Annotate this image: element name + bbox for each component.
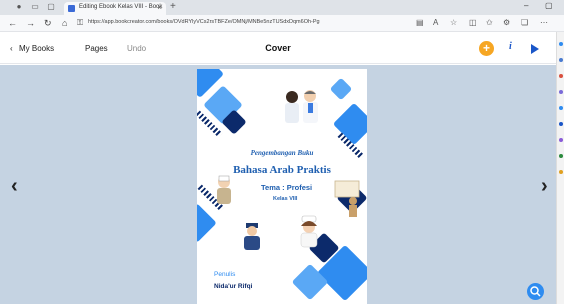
browser-tab[interactable]: Editing Ebook Kelas VIII - Book × bbox=[64, 2, 166, 15]
nurse-illustration bbox=[300, 215, 318, 248]
info-button[interactable]: i bbox=[509, 41, 512, 52]
drop-icon[interactable] bbox=[559, 154, 563, 158]
book-cover-page[interactable]: Pengembangan Buku Bahasa Arab Praktis Te… bbox=[197, 69, 367, 304]
police-illustration bbox=[244, 223, 260, 250]
copilot-icon[interactable] bbox=[559, 42, 563, 46]
search-fab-button[interactable] bbox=[527, 283, 544, 300]
add-sidebar-icon[interactable] bbox=[559, 170, 563, 174]
next-page-icon[interactable]: › bbox=[541, 175, 548, 198]
cover-class: Kelas VIII bbox=[273, 196, 298, 202]
shopping-icon[interactable] bbox=[559, 74, 563, 78]
cover-theme: Tema : Profesi bbox=[261, 183, 313, 192]
tabs-icon[interactable]: ▢ bbox=[46, 2, 56, 12]
play-icon[interactable] bbox=[531, 44, 539, 54]
office-icon[interactable] bbox=[559, 122, 563, 126]
cover-decor-block bbox=[197, 203, 217, 243]
back-icon[interactable]: ← bbox=[8, 18, 17, 28]
lock-icon[interactable]: ⚿ bbox=[77, 18, 83, 28]
profile-icon[interactable]: ● bbox=[14, 2, 24, 12]
workspaces-icon[interactable]: ▭ bbox=[30, 2, 40, 12]
collections-icon[interactable]: ❏ bbox=[521, 18, 528, 27]
doctors-illustration bbox=[285, 90, 318, 123]
tab-title: Editing Ebook Kelas VIII - Book bbox=[79, 4, 163, 10]
tools-icon[interactable] bbox=[559, 90, 563, 94]
refresh-icon[interactable]: ↻ bbox=[44, 18, 52, 29]
cover-decor-block bbox=[329, 77, 353, 101]
previous-page-icon[interactable]: ‹ bbox=[11, 175, 18, 198]
add-button[interactable]: + bbox=[479, 41, 494, 56]
browser-sidebar bbox=[556, 32, 564, 304]
browser-address-bar: ← → ↻ ⌂ ⚿ https://app.bookcreator.com/bo… bbox=[0, 15, 564, 32]
bookcreator-favicon-icon bbox=[68, 5, 75, 12]
close-tab-icon[interactable]: × bbox=[157, 3, 162, 12]
split-screen-icon[interactable]: ◫ bbox=[469, 18, 477, 27]
cover-title: Bahasa Arab Praktis bbox=[233, 164, 331, 176]
favorites-bar-icon[interactable]: ✩ bbox=[486, 18, 493, 27]
url-field[interactable]: https://app.bookcreator.com/books/OVdRYl… bbox=[88, 19, 320, 25]
read-aloud-icon[interactable]: A bbox=[433, 18, 438, 27]
cover-author: Nida'ur Rifqi bbox=[214, 283, 253, 290]
browser-tab-strip: ● ▭ ▢ Editing Ebook Kelas VIII - Book × … bbox=[0, 0, 564, 15]
reader-icon[interactable]: ▤ bbox=[416, 18, 424, 27]
teacher-board-illustration bbox=[334, 180, 360, 217]
chef-illustration bbox=[217, 175, 231, 204]
favorite-icon[interactable]: ☆ bbox=[450, 18, 457, 27]
extensions-icon[interactable]: ⚙ bbox=[503, 18, 510, 27]
maximize-icon[interactable]: ▢ bbox=[545, 1, 553, 10]
outlook-icon[interactable] bbox=[559, 138, 563, 142]
cover-decor-block bbox=[332, 102, 367, 146]
cover-writer-label: Penulis bbox=[214, 271, 236, 278]
games-icon[interactable] bbox=[559, 106, 563, 110]
new-tab-icon[interactable]: + bbox=[170, 1, 176, 12]
cover-subtitle: Pengembangan Buku bbox=[250, 149, 314, 157]
home-icon[interactable]: ⌂ bbox=[62, 18, 67, 28]
minimize-icon[interactable]: – bbox=[524, 1, 528, 10]
forward-icon[interactable]: → bbox=[26, 18, 35, 28]
editor-toolbar: ‹ My Books Pages Undo Cover + i bbox=[0, 32, 556, 64]
editor-canvas: ‹ › Pengembangan Buku Bahasa Arab Prakti… bbox=[0, 65, 556, 304]
search-sidebar-icon[interactable] bbox=[559, 58, 563, 62]
page-title: Cover bbox=[265, 43, 291, 53]
more-icon[interactable]: ⋯ bbox=[540, 18, 548, 27]
search-icon bbox=[530, 286, 541, 297]
